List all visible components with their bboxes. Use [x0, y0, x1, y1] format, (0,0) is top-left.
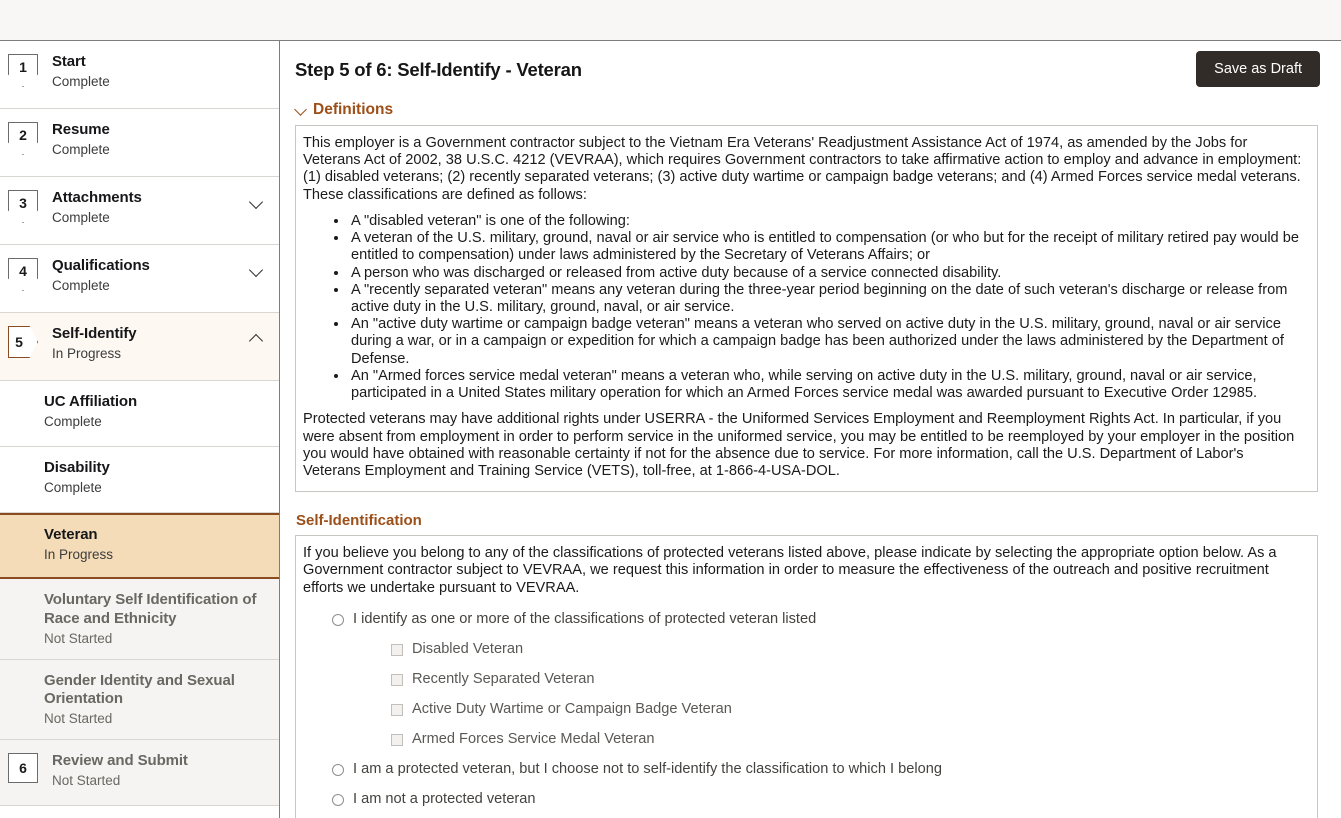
- radio-icon[interactable]: [332, 613, 344, 626]
- step-text: Resume Complete: [52, 121, 265, 158]
- step-number-badge: 2: [8, 122, 38, 155]
- step-status: Complete: [52, 277, 110, 293]
- step-text: Review and Submit Not Started: [52, 752, 265, 789]
- radio-icon[interactable]: [332, 763, 344, 776]
- step-text: Veteran In Progress: [44, 526, 265, 563]
- step-status: In Progress: [44, 546, 114, 562]
- step-title: Disability: [44, 459, 110, 476]
- sidebar-item-uc-affiliation[interactable]: UC Affiliation Complete: [0, 381, 279, 447]
- step-status: Not Started: [44, 711, 113, 727]
- definitions-bullet-list: A "disabled veteran" is one of the follo…: [303, 213, 1305, 402]
- checkbox-armed-forces-service-medal-veteran[interactable]: Armed Forces Service Medal Veteran: [303, 731, 1305, 747]
- checkbox-icon[interactable]: [391, 673, 403, 686]
- step-status: Complete: [44, 479, 102, 495]
- step-title: UC Affiliation: [44, 393, 138, 410]
- step-status: Not Started: [52, 773, 121, 789]
- chevron-up-icon[interactable]: [249, 330, 265, 346]
- self-identification-heading: Self-Identification: [296, 512, 422, 530]
- step-title: Veteran: [44, 526, 98, 543]
- checkbox-label: Recently Separated Veteran: [412, 670, 595, 687]
- step-text: Gender Identity and Sexual Orientation N…: [44, 672, 265, 728]
- definitions-panel: This employer is a Government contractor…: [295, 125, 1318, 493]
- checkbox-label: Disabled Veteran: [412, 640, 524, 657]
- page-title: Step 5 of 6: Self-Identify - Veteran: [295, 59, 582, 80]
- list-item: An "Armed forces service medal veteran" …: [349, 368, 1305, 402]
- chevron-down-icon: [295, 103, 309, 117]
- radio-option-no-disclose[interactable]: I am a protected veteran, but I choose n…: [303, 761, 1305, 777]
- self-identification-intro: If you believe you belong to any of the …: [303, 545, 1277, 596]
- definitions-intro: This employer is a Government contractor…: [303, 135, 1302, 203]
- sidebar-step-self-identify[interactable]: 5 Self-Identify In Progress: [0, 313, 279, 381]
- step-text: Start Complete: [52, 53, 265, 90]
- sidebar-step-qualifications[interactable]: 4 Qualifications Complete: [0, 245, 279, 313]
- application-root: 1 Start Complete 2 Resume Complete 3 Att…: [0, 0, 1341, 818]
- sidebar-item-disability[interactable]: Disability Complete: [0, 447, 279, 513]
- checkbox-icon[interactable]: [391, 703, 403, 716]
- step-number-badge: 5: [8, 326, 38, 358]
- save-as-draft-button[interactable]: Save as Draft: [1196, 51, 1320, 87]
- step-status: Complete: [52, 209, 110, 225]
- sidebar-step-resume[interactable]: 2 Resume Complete: [0, 109, 279, 177]
- step-number-badge: 1: [8, 54, 38, 87]
- radio-label: I identify as one or more of the classif…: [353, 610, 817, 627]
- radio-option-not-protected-veteran[interactable]: I am not a protected veteran: [303, 791, 1305, 807]
- definitions-section-toggle[interactable]: Definitions: [295, 101, 1318, 119]
- step-title: Qualifications: [52, 257, 150, 274]
- sidebar-item-veteran[interactable]: Veteran In Progress: [0, 513, 279, 579]
- step-text: Disability Complete: [44, 459, 265, 496]
- definitions-heading: Definitions: [313, 101, 394, 118]
- definitions-userra: Protected veterans may have additional r…: [303, 411, 1295, 479]
- self-identification-panel: If you believe you belong to any of the …: [295, 535, 1318, 818]
- step-text: Self-Identify In Progress: [52, 325, 243, 362]
- list-item: A "disabled veteran" is one of the follo…: [349, 213, 1305, 230]
- step-status: Complete: [52, 141, 110, 157]
- sidebar-step-attachments[interactable]: 3 Attachments Complete: [0, 177, 279, 245]
- step-status: In Progress: [52, 345, 122, 361]
- step-number-badge: 4: [8, 258, 38, 291]
- step-title: Start: [52, 53, 86, 70]
- radio-icon[interactable]: [332, 793, 344, 806]
- step-title: Attachments: [52, 189, 142, 206]
- step-title: Review and Submit: [52, 752, 188, 770]
- checkbox-label: Active Duty Wartime or Campaign Badge Ve…: [412, 700, 732, 717]
- sidebar-item-race-ethnicity[interactable]: Voluntary Self Identification of Race an…: [0, 579, 279, 660]
- progress-sidebar: 1 Start Complete 2 Resume Complete 3 Att…: [0, 41, 280, 818]
- radio-option-identify[interactable]: I identify as one or more of the classif…: [303, 611, 1305, 627]
- list-item: An "active duty wartime or campaign badg…: [349, 316, 1305, 368]
- step-text: Attachments Complete: [52, 189, 243, 226]
- step-title: Voluntary Self Identification of Race an…: [44, 591, 257, 627]
- checkbox-recently-separated-veteran[interactable]: Recently Separated Veteran: [303, 671, 1305, 687]
- step-number-badge: 3: [8, 190, 38, 223]
- step-title: Gender Identity and Sexual Orientation: [44, 671, 235, 708]
- sidebar-step-review-submit[interactable]: 6 Review and Submit Not Started: [0, 740, 279, 807]
- step-status: Not Started: [44, 630, 113, 646]
- step-status: Complete: [44, 413, 102, 429]
- radio-label: I am a protected veteran, but I choose n…: [353, 760, 942, 777]
- checkbox-label: Armed Forces Service Medal Veteran: [412, 730, 655, 747]
- list-item: A person who was discharged or released …: [349, 265, 1305, 282]
- radio-label: I am not a protected veteran: [353, 790, 536, 807]
- step-number-badge: 6: [8, 753, 38, 784]
- sidebar-step-start[interactable]: 1 Start Complete: [0, 41, 279, 109]
- chevron-down-icon[interactable]: [249, 194, 265, 210]
- step-text: Voluntary Self Identification of Race an…: [44, 591, 265, 647]
- top-bar: [0, 0, 1341, 41]
- checkbox-icon[interactable]: [391, 733, 403, 746]
- step-title: Self-Identify: [52, 325, 137, 342]
- step-text: Qualifications Complete: [52, 257, 243, 294]
- sidebar-item-gender-identity[interactable]: Gender Identity and Sexual Orientation N…: [0, 659, 279, 741]
- checkbox-icon[interactable]: [391, 643, 403, 656]
- checkbox-active-duty-wartime-veteran[interactable]: Active Duty Wartime or Campaign Badge Ve…: [303, 701, 1305, 717]
- chevron-down-icon[interactable]: [249, 262, 265, 278]
- list-item: A "recently separated veteran" means any…: [349, 282, 1305, 316]
- checkbox-disabled-veteran[interactable]: Disabled Veteran: [303, 641, 1305, 657]
- step-title: Resume: [52, 121, 110, 138]
- step-status: Complete: [52, 73, 110, 89]
- main-content: Step 5 of 6: Self-Identify - Veteran Def…: [281, 41, 1341, 818]
- step-text: UC Affiliation Complete: [44, 393, 265, 430]
- list-item: A veteran of the U.S. military, ground, …: [349, 230, 1305, 264]
